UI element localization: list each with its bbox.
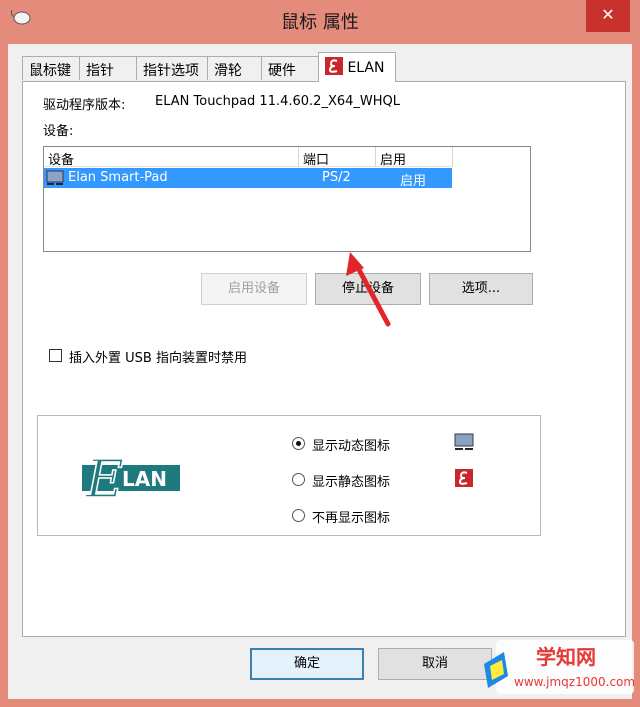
monitor-icon (454, 433, 474, 450)
tab-hardware[interactable]: 硬件 (261, 56, 319, 80)
watermark: 学知网 www.jmqz1000.com (478, 636, 635, 696)
driver-label: 驱动程序版本: (43, 98, 126, 113)
tab-elan-label: ELAN (347, 60, 385, 76)
tab-pointers[interactable]: 指针 (79, 56, 137, 80)
elan-logo: E LAN (82, 445, 180, 511)
device-list-header: 设备 端口 启用 (44, 147, 530, 168)
device-list[interactable]: 设备 端口 启用 Elan Smart-Pad PS/2 启用 (43, 146, 531, 252)
table-row[interactable]: Elan Smart-Pad PS/2 启用 (44, 168, 452, 189)
option-static-label: 显示静态图标 (312, 475, 391, 490)
column-device[interactable]: 设备 (44, 147, 299, 168)
tab-wheel[interactable]: 滑轮 (207, 56, 262, 80)
options-button[interactable]: 选项... (429, 273, 533, 305)
window-title: 鼠标 属性 (281, 12, 359, 33)
window-frame: 鼠标 属性 ✕ 鼠标键 指针 指针选项 滑轮 硬件 ELAN 驱动程序版本: E… (0, 0, 640, 707)
device-port: PS/2 (322, 170, 351, 185)
watermark-graphic: 学知网 www.jmqz1000.com (484, 640, 635, 694)
watermark-url: www.jmqz1000.com (514, 675, 634, 689)
title-bar: 鼠标 属性 ✕ (0, 0, 640, 44)
column-port[interactable]: 端口 (299, 147, 376, 168)
tab-pointer-options[interactable]: 指针选项 (136, 56, 208, 80)
tab-elan[interactable]: ELAN (318, 52, 396, 82)
device-name: Elan Smart-Pad (68, 170, 168, 185)
touchpad-icon (46, 170, 64, 185)
dialog-client: 鼠标键 指针 指针选项 滑轮 硬件 ELAN 驱动程序版本: ELAN Touc… (8, 44, 632, 699)
column-enabled[interactable]: 启用 (376, 147, 453, 168)
close-button[interactable]: ✕ (586, 0, 630, 32)
cancel-button[interactable]: 取消 (378, 648, 492, 680)
elan-logo-initial: E (85, 450, 124, 510)
usb-disable-label: 插入外置 USB 指向装置时禁用 (69, 351, 247, 366)
option-dynamic-label: 显示动态图标 (312, 439, 391, 454)
radio-dynamic-icon[interactable] (292, 437, 305, 450)
elan-logo-text: LAN (122, 467, 167, 491)
elan-icon (325, 57, 343, 75)
device-enabled: 启用 (400, 174, 427, 189)
option-no-icon-label: 不再显示图标 (312, 511, 391, 526)
enable-device-button[interactable]: 启用设备 (201, 273, 307, 305)
devices-label: 设备: (43, 124, 74, 139)
tab-buttons[interactable]: 鼠标键 (22, 56, 80, 80)
ok-button[interactable]: 确定 (250, 648, 364, 680)
elan-panel: 驱动程序版本: ELAN Touchpad 11.4.60.2_X64_WHQL… (22, 81, 626, 637)
tray-icon-group: E LAN 显示动态图标 显示静态图标 不再显示图标 (37, 415, 541, 536)
radio-no-icon[interactable] (292, 509, 305, 522)
elan-icon (455, 469, 473, 487)
watermark-title: 学知网 (536, 645, 596, 669)
radio-static-icon[interactable] (292, 473, 305, 486)
annotation-arrow (346, 252, 391, 327)
elan-logo-graphic: E LAN (82, 445, 180, 511)
usb-disable-checkbox[interactable] (49, 349, 62, 362)
driver-version: ELAN Touchpad 11.4.60.2_X64_WHQL (155, 94, 400, 109)
